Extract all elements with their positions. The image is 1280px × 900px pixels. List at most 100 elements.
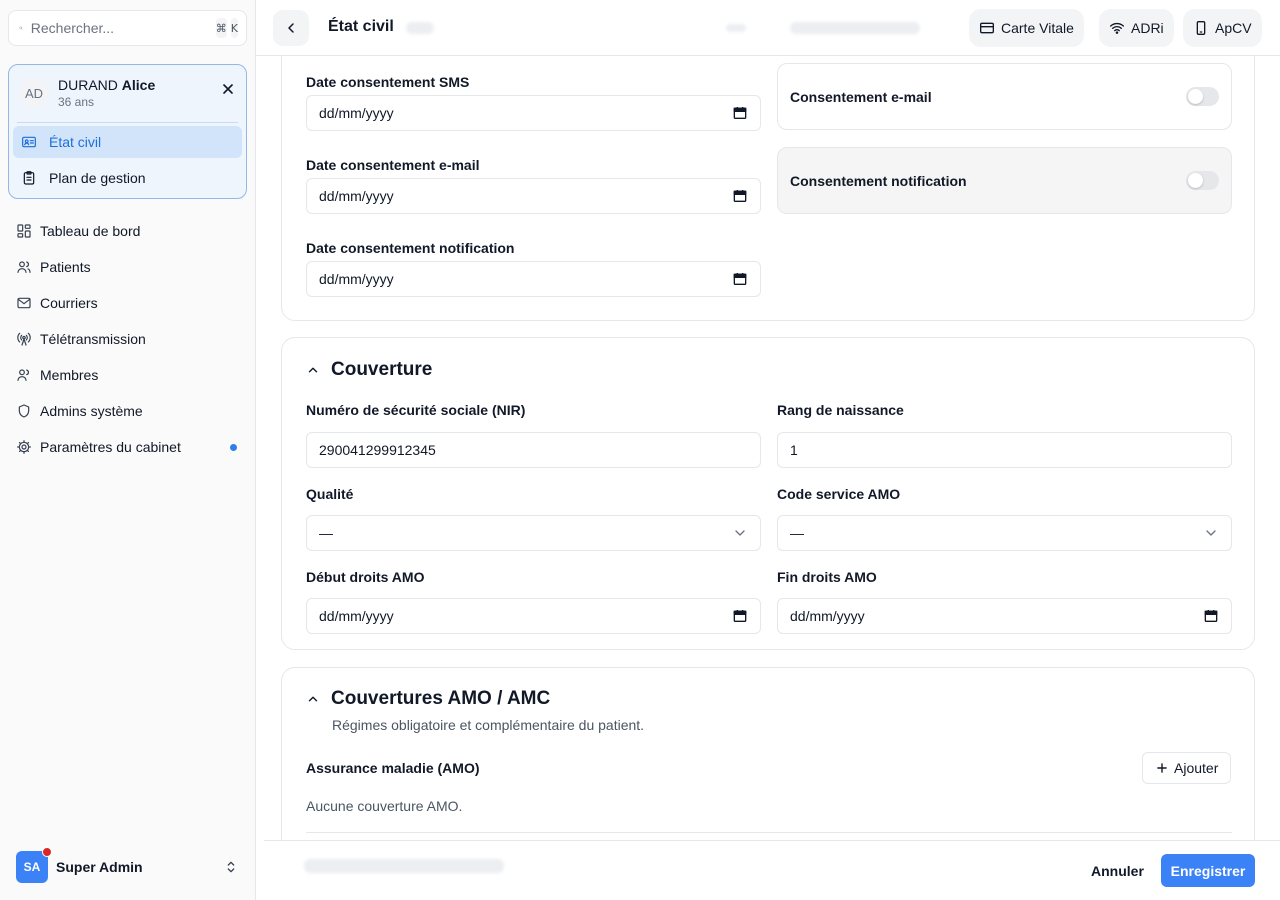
chevron-down-icon: [1206, 530, 1216, 536]
section-divider: [306, 832, 1232, 833]
date-notif-input[interactable]: dd/mm/yyyy: [306, 261, 761, 297]
consent-notif-label: Consentement notification: [790, 172, 967, 189]
search-icon: [19, 26, 23, 30]
gear-icon: [17, 440, 31, 454]
couverture-title: Couverture: [331, 359, 433, 380]
debut-amo-input[interactable]: dd/mm/yyyy: [306, 598, 761, 634]
empty-amo-text: Aucune couverture AMO.: [306, 798, 463, 814]
consent-email-label: Consentement e-mail: [790, 88, 932, 105]
apcv-button[interactable]: ApCV: [1183, 9, 1262, 47]
patient-header: AD DURAND Alice 36 ans: [9, 65, 246, 121]
user-name: Super Admin: [56, 859, 143, 875]
amo-section-label: Assurance maladie (AMO): [306, 760, 480, 776]
consent-email-toggle[interactable]: [1186, 87, 1219, 106]
back-button[interactable]: [273, 10, 309, 46]
date-sms-value: dd/mm/yyyy: [319, 105, 394, 121]
sidebar-item-membres[interactable]: Membres: [8, 357, 247, 393]
blurred-placeholder: [790, 22, 920, 34]
couvertures-section-toggle[interactable]: Couvertures AMO / AMC: [306, 688, 550, 710]
dashboard-icon: [17, 224, 31, 238]
calendar-icon[interactable]: [1203, 608, 1219, 624]
consent-notif-toggle[interactable]: [1186, 171, 1219, 190]
add-amo-label: Ajouter: [1174, 760, 1219, 776]
code-amo-value: —: [790, 525, 804, 541]
debut-amo-label: Début droits AMO: [306, 569, 425, 585]
couverture-section-toggle[interactable]: Couverture: [306, 359, 432, 381]
nir-value: 290041299912345: [319, 442, 436, 458]
sidebar-item-patients[interactable]: Patients: [8, 249, 247, 285]
id-card-icon: [22, 136, 36, 148]
sidebar-item-label: Membres: [40, 367, 99, 383]
clipboard-icon: [23, 171, 35, 185]
calendar-icon[interactable]: [732, 608, 748, 624]
qualite-label: Qualité: [306, 486, 354, 502]
qualite-value: —: [319, 525, 333, 541]
fin-amo-input[interactable]: dd/mm/yyyy: [777, 598, 1232, 634]
cancel-button[interactable]: Annuler: [1078, 855, 1157, 887]
calendar-icon[interactable]: [732, 105, 748, 121]
chevron-up-icon: [308, 696, 318, 702]
consent-email-box: Consentement e-mail: [777, 63, 1232, 130]
qualite-select[interactable]: —: [306, 515, 761, 551]
card-icon: [980, 22, 994, 34]
sidebar-item-parametres-cabinet[interactable]: Paramètres du cabinet: [8, 429, 247, 465]
calendar-icon[interactable]: [732, 271, 748, 287]
toggle-knob: [1188, 89, 1203, 104]
sidebar-item-label: Admins système: [40, 403, 143, 419]
consent-notif-box: Consentement notification: [777, 147, 1232, 214]
carte-vitale-button[interactable]: Carte Vitale: [969, 9, 1084, 47]
blurred-placeholder: [304, 859, 504, 873]
patient-age: 36 ans: [58, 95, 95, 109]
shortcut-mod-key: ⌘: [215, 18, 227, 38]
sidebar-item-courriers[interactable]: Courriers: [8, 285, 247, 321]
calendar-icon[interactable]: [732, 188, 748, 204]
sidebar: ⌘ K AD DURAND Alice 36 ans État civil Pl…: [0, 0, 256, 900]
sidebar-item-tableau-de-bord[interactable]: Tableau de bord: [8, 213, 247, 249]
patient-nav-label: Plan de gestion: [49, 170, 146, 186]
user-avatar: SA: [16, 847, 52, 883]
search-box[interactable]: ⌘ K: [8, 10, 247, 46]
date-sms-label: Date consentement SMS: [306, 74, 470, 90]
patient-nav-plan-gestion[interactable]: Plan de gestion: [13, 162, 242, 194]
save-button[interactable]: Enregistrer: [1161, 854, 1255, 887]
rang-value: 1: [790, 442, 798, 458]
couvertures-amc-card: Couvertures AMO / AMC Régimes obligatoir…: [281, 667, 1255, 840]
apcv-label: ApCV: [1215, 20, 1252, 36]
patient-nav-etat-civil[interactable]: État civil: [13, 126, 242, 158]
search-input[interactable]: [30, 20, 212, 36]
carte-vitale-label: Carte Vitale: [1001, 20, 1074, 36]
blurred-placeholder: [726, 24, 746, 32]
date-email-input[interactable]: dd/mm/yyyy: [306, 178, 761, 214]
rang-label: Rang de naissance: [777, 402, 904, 418]
sidebar-item-label: Paramètres du cabinet: [40, 439, 181, 455]
date-sms-input[interactable]: dd/mm/yyyy: [306, 95, 761, 131]
code-amo-select[interactable]: —: [777, 515, 1232, 551]
top-header: État civil Carte Vitale ADRi ApCV: [256, 0, 1280, 56]
couvertures-title: Couvertures AMO / AMC: [331, 688, 551, 709]
page-title: État civil: [328, 18, 394, 35]
user-status-badge: [42, 847, 52, 857]
add-amo-button[interactable]: Ajouter: [1142, 752, 1232, 784]
chevron-left-icon: [288, 23, 294, 33]
consent-card: Date consentement SMS dd/mm/yyyy Date co…: [281, 56, 1255, 321]
sidebar-item-label: Courriers: [40, 295, 98, 311]
couvertures-subtitle: Régimes obligatoire et complémentaire du…: [332, 717, 645, 733]
sidebar-item-teletransmission[interactable]: Télétransmission: [8, 321, 247, 357]
shortcut-k-key: K: [230, 18, 238, 38]
phone-icon: [1196, 21, 1206, 35]
patient-avatar: AD: [19, 78, 49, 108]
adri-button[interactable]: ADRi: [1099, 9, 1174, 47]
couverture-card: Couverture Numéro de sécurité sociale (N…: [281, 337, 1255, 650]
adri-label: ADRi: [1131, 20, 1164, 36]
patient-last-name: DURAND: [58, 77, 118, 93]
user-menu[interactable]: SA Super Admin: [8, 847, 247, 884]
toggle-knob: [1188, 173, 1203, 188]
users-icon: [17, 261, 31, 273]
sidebar-item-label: Tableau de bord: [40, 223, 141, 239]
nir-input[interactable]: 290041299912345: [306, 432, 761, 468]
sidebar-item-admins-systeme[interactable]: Admins système: [8, 393, 247, 429]
fin-amo-label: Fin droits AMO: [777, 569, 877, 585]
rang-input[interactable]: 1: [777, 432, 1232, 468]
close-icon[interactable]: [220, 81, 236, 97]
patient-name: DURAND Alice: [58, 77, 155, 93]
